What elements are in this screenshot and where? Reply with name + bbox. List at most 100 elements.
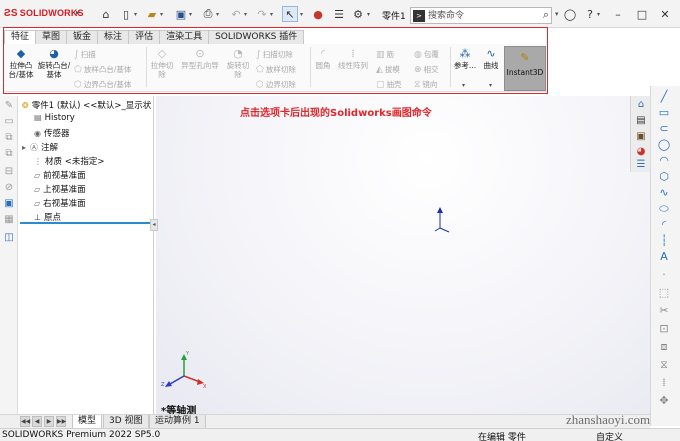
rectangle-icon[interactable]: ▭: [657, 106, 671, 120]
circle-icon[interactable]: ◯: [657, 138, 671, 152]
text-icon[interactable]: A: [657, 250, 671, 264]
offset-icon[interactable]: ⧈: [657, 340, 671, 354]
spline-icon[interactable]: ∿: [657, 186, 671, 200]
tab-evaluate[interactable]: 评估: [128, 30, 161, 44]
options-gear-icon[interactable]: ⚙: [350, 6, 366, 22]
tree-item-annotations[interactable]: ▸ Ⓐ 注解: [22, 141, 58, 153]
boundary-boss-button[interactable]: ⬡ 边界凸台/基体: [74, 79, 131, 90]
sweep-button[interactable]: ∫ 扫描: [74, 49, 96, 60]
graphics-area[interactable]: Y X Z: [156, 96, 650, 414]
chevron-down-icon[interactable]: ▾: [597, 11, 600, 18]
instant3d-button[interactable]: ✎ Instant3D: [504, 46, 546, 91]
custom-properties-icon[interactable]: ☰: [635, 159, 647, 171]
boundary-cut-button[interactable]: ⬡ 边界切除: [256, 79, 296, 90]
arc-icon[interactable]: ◠: [657, 154, 671, 168]
chevron-down-icon[interactable]: ▾: [160, 11, 163, 18]
chevron-down-icon[interactable]: ▾: [134, 11, 137, 18]
tree-item-sensors[interactable]: ◉ 传感器: [34, 127, 70, 139]
copy-icon[interactable]: ⧉: [3, 148, 15, 160]
loft-boss-button[interactable]: ⬠ 放样凸台/基体: [74, 64, 131, 75]
solidworks-logo[interactable]: ƧS SOLIDWORKS: [4, 8, 84, 19]
home-pane-icon[interactable]: ⌂: [635, 99, 647, 111]
centerline-icon[interactable]: ┆: [657, 234, 671, 248]
tree-item-right-plane[interactable]: ▱ 右视基准面: [34, 197, 86, 209]
lofted-cut-button[interactable]: ⬠ 放样切除: [256, 64, 296, 75]
search-box[interactable]: > ⌕: [410, 7, 552, 24]
file-properties-icon[interactable]: ☰: [331, 6, 347, 22]
redo-icon[interactable]: ↷: [254, 6, 270, 22]
slot-icon[interactable]: ⊂: [657, 122, 671, 136]
draft-button[interactable]: ◭ 拔模: [376, 64, 400, 75]
chevron-down-icon[interactable]: ▾: [216, 11, 219, 18]
panel-collapse-handle[interactable]: ◂: [150, 219, 158, 231]
next-tab-icon[interactable]: ▶: [44, 416, 54, 427]
appearances-icon[interactable]: ◕: [635, 146, 647, 158]
tree-item-front-plane[interactable]: ▱ 前视基准面: [34, 169, 86, 181]
reference-geometry-button[interactable]: ⁂ 参考...: [452, 48, 478, 71]
search-icon[interactable]: ⌕: [543, 8, 549, 22]
search-input[interactable]: [428, 9, 536, 22]
intersect-button[interactable]: ⊗ 相交: [414, 64, 439, 75]
ellipse-icon[interactable]: ⬭: [657, 202, 671, 216]
save-icon[interactable]: ▣: [173, 6, 189, 22]
pattern-sketch-icon[interactable]: ⁞: [657, 376, 671, 390]
chevron-down-icon[interactable]: ▾: [300, 11, 303, 18]
status-units[interactable]: 自定义: [596, 430, 623, 441]
tree-item-top-plane[interactable]: ▱ 上视基准面: [34, 183, 86, 195]
fillet-button[interactable]: ◜ 圆角: [312, 48, 334, 71]
linear-pattern-button[interactable]: ⁞ 线性阵列: [335, 48, 371, 71]
polygon-icon[interactable]: ⬡: [657, 170, 671, 184]
section-icon[interactable]: ⊘: [3, 182, 15, 194]
swept-cut-button[interactable]: ∫ 扫描切除: [256, 49, 293, 60]
trim-icon[interactable]: ✂: [657, 304, 671, 318]
copy-icon[interactable]: ⧉: [3, 132, 15, 144]
convert-icon[interactable]: ⊡: [657, 322, 671, 336]
mirror-button[interactable]: ⧖ 镜向: [414, 79, 437, 90]
tab-sketch[interactable]: 草图: [35, 30, 68, 44]
line-icon[interactable]: ╱: [657, 90, 671, 104]
extrude-boss-button[interactable]: ◆ 拉伸凸台/基体: [6, 48, 36, 80]
sketch-icon[interactable]: ✎: [3, 100, 15, 112]
tree-item-material[interactable]: ⋮ 材质 <未指定>: [34, 155, 104, 167]
tree-root[interactable]: ❂ 零件1 (默认) <<默认>_显示状: [22, 99, 151, 111]
tree-item-history[interactable]: ▤ History: [34, 113, 75, 123]
prev-tab-icon[interactable]: ◀: [32, 416, 42, 427]
extrude-cut-button[interactable]: ◇ 拉伸切除: [148, 48, 176, 80]
undo-icon[interactable]: ↶: [228, 6, 244, 22]
shell-button[interactable]: ▢ 抽壳: [376, 79, 402, 90]
revolve-cut-button[interactable]: ◔ 旋转切除: [224, 48, 252, 80]
tab-motion-study[interactable]: 运动算例 1: [149, 415, 206, 429]
tab-markup[interactable]: 标注: [97, 30, 130, 44]
file-explorer-icon[interactable]: ▣: [635, 131, 647, 143]
chevron-down-icon[interactable]: ▾: [489, 82, 492, 89]
tab-render-tools[interactable]: 渲染工具: [159, 30, 210, 44]
minimize-icon[interactable]: –: [610, 6, 626, 22]
wrap-button[interactable]: ◍ 包覆: [414, 49, 439, 60]
maximize-icon[interactable]: □: [634, 6, 650, 22]
display-icon[interactable]: ▣: [3, 198, 15, 210]
tab-sheet-metal[interactable]: 钣金: [66, 30, 99, 44]
help-icon[interactable]: ?: [582, 6, 598, 22]
chevron-down-icon[interactable]: ▾: [367, 11, 370, 18]
layers-icon[interactable]: ◫: [3, 232, 15, 244]
open-folder-icon[interactable]: ▰: [144, 6, 160, 22]
point-icon[interactable]: ·: [657, 268, 671, 282]
chevron-down-icon[interactable]: ▾: [462, 82, 465, 89]
tab-model[interactable]: 模型: [72, 415, 103, 429]
chevron-down-icon[interactable]: ▾: [189, 11, 192, 18]
home-icon[interactable]: ⌂: [98, 6, 114, 22]
mirror-sketch-icon[interactable]: ⧖: [657, 358, 671, 372]
expand-arrow-icon[interactable]: ▸: [22, 143, 26, 152]
tab-addins[interactable]: SOLIDWORKS 插件: [208, 30, 305, 44]
rollback-bar[interactable]: [20, 222, 152, 224]
menu-expand-icon[interactable]: ▸: [76, 8, 80, 17]
design-library-icon[interactable]: ▤: [635, 115, 647, 127]
tab-3d-view[interactable]: 3D 视图: [103, 415, 149, 429]
move-icon[interactable]: ✥: [657, 394, 671, 408]
chevron-down-icon[interactable]: ▾: [270, 11, 273, 18]
last-tab-icon[interactable]: ▶▶: [56, 416, 66, 427]
chevron-down-icon[interactable]: ▾: [555, 10, 559, 18]
revolve-boss-button[interactable]: ◕ 旋转凸台/基体: [37, 48, 71, 80]
sketch-icon[interactable]: ▭: [3, 116, 15, 128]
curves-button[interactable]: ∿ 曲线: [480, 48, 502, 71]
